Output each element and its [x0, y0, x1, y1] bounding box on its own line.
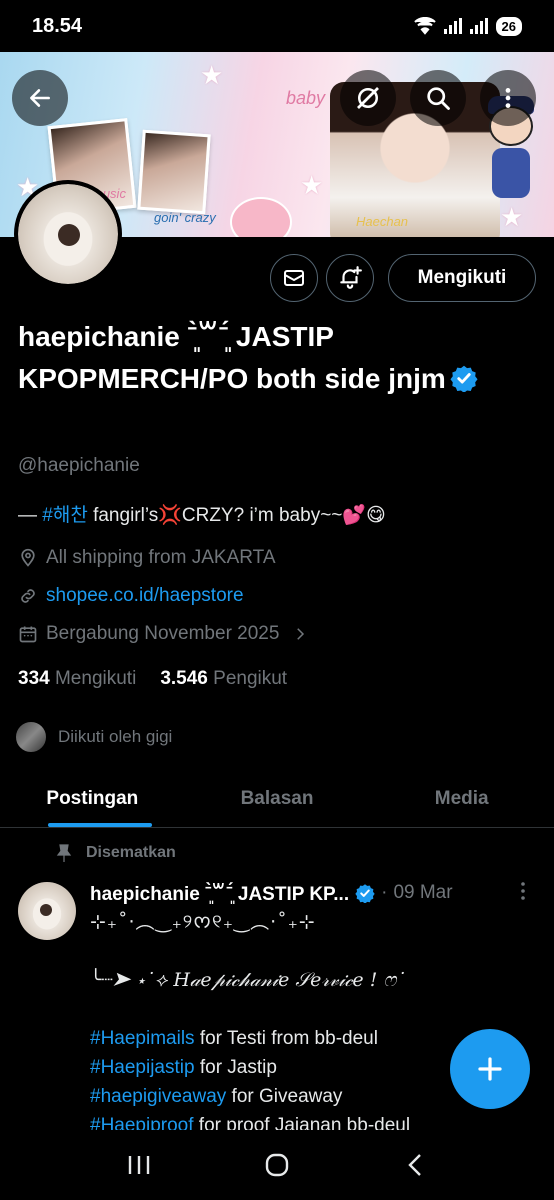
website-link[interactable]: shopee.co.id/haepstore	[46, 585, 244, 607]
bio-prefix: —	[18, 505, 43, 526]
search-icon	[427, 87, 450, 110]
back-button[interactable]	[12, 70, 68, 126]
profile-tabs: Postingan Balasan Media	[0, 770, 554, 828]
tab-media[interactable]: Media	[369, 770, 554, 827]
verified-badge-icon	[355, 884, 375, 903]
profile-name-text: haepichanie ˉ͈̀꒳ˉ͈́ JASTIP KPOPMERCH/PO …	[18, 321, 446, 394]
followers-count-link[interactable]: 3.546 Pengikut	[160, 668, 287, 690]
more-vertical-icon	[505, 88, 511, 108]
bio-text: fangirl’s💢CRZY? i’m baby~~💕😋	[87, 505, 386, 526]
pinned-label-row: Disematkan	[56, 844, 176, 862]
star-icon: ★	[500, 202, 524, 232]
status-icons: 26	[413, 16, 522, 36]
post-tag-text: for Jastip	[194, 1057, 277, 1078]
banner-sticker-crazy: goin' crazy	[154, 210, 216, 225]
system-nav-bar	[0, 1130, 554, 1200]
message-button[interactable]	[270, 254, 318, 302]
bell-plus-icon	[340, 266, 362, 289]
post-header: haepichanie ˉ͈̀꒳ˉ͈́ JASTIP KP... · 09 Ma…	[90, 880, 453, 906]
signal-icon	[443, 18, 462, 34]
chevron-right-icon	[297, 628, 305, 640]
banner-sticker-name: Haechan	[356, 214, 409, 229]
post-hashtag[interactable]: #Haepijastip	[90, 1057, 195, 1078]
post-line-decoration: ⊹₊˚‧︵‿₊୨ᰔ୧₊‿︵‧˚₊⊹	[90, 911, 316, 933]
post-more-button[interactable]	[514, 880, 532, 908]
link-icon	[21, 589, 35, 603]
followed-by-row[interactable]: Diikuti oleh gigi	[14, 720, 172, 754]
status-bar: 18.54 26	[0, 0, 554, 52]
more-vertical-icon	[521, 882, 525, 900]
profile-handle: @haepichanie	[18, 455, 140, 476]
tab-replies[interactable]: Balasan	[185, 770, 370, 827]
grok-button[interactable]	[340, 70, 396, 126]
banner-sticker-baby: baby	[286, 88, 326, 108]
recents-button[interactable]	[109, 1140, 169, 1190]
profile-avatar[interactable]	[14, 180, 122, 288]
follow-counts: 334 Mengikuti 3.546 Pengikut	[18, 668, 287, 690]
verified-badge-icon[interactable]	[450, 364, 478, 392]
signal-icon-2	[469, 18, 488, 34]
following-label: Mengikuti	[54, 668, 137, 689]
arrow-left-icon	[30, 89, 50, 107]
more-button[interactable]	[480, 70, 536, 126]
followers-count: 3.546	[160, 668, 208, 689]
tab-posts[interactable]: Postingan	[0, 770, 185, 827]
post-author-avatar[interactable]	[18, 882, 76, 940]
wifi-icon	[413, 17, 436, 35]
home-icon	[265, 1153, 289, 1177]
profile-bio: — #해찬 fangirl’s💢CRZY? i’m baby~~💕😋	[18, 500, 386, 527]
location-row: All shipping from JAKARTA	[18, 547, 276, 569]
chevron-left-icon	[408, 1154, 421, 1176]
search-button[interactable]	[410, 70, 466, 126]
following-button[interactable]: Mengikuti	[388, 254, 536, 302]
post-author-name[interactable]: haepichanie ˉ͈̀꒳ˉ͈́ JASTIP KP...	[90, 880, 349, 906]
star-icon: ★	[200, 60, 224, 90]
joined-text: Bergabung November 2025	[46, 623, 280, 644]
location-text: All shipping from JAKARTA	[46, 547, 276, 568]
followed-by-text: Diikuti oleh gigi	[58, 727, 173, 746]
joined-row[interactable]: Bergabung November 2025	[18, 623, 309, 645]
post-line-service: ╰┈➤ ⋆˙⟡ 𝐻𝒶𝑒𝓅𝒾𝒸𝒽𝒶𝓃𝒾𝑒 𝒮𝑒𝓇𝓋𝒾𝒸𝑒 ! ෆ˙	[90, 969, 406, 991]
star-icon: ★	[300, 170, 324, 200]
back-nav-button[interactable]	[385, 1140, 445, 1190]
post-date[interactable]: 09 Mar	[393, 882, 452, 904]
post-hashtag[interactable]: #Haepimails	[90, 1028, 195, 1049]
post-tag-text: for Testi from bb-deul	[194, 1028, 378, 1049]
post-dot: ·	[381, 882, 388, 903]
followers-label: Pengikut	[213, 668, 288, 689]
pinned-label: Disematkan	[86, 844, 176, 861]
following-count: 334	[18, 668, 50, 689]
home-button[interactable]	[247, 1140, 307, 1190]
banner-pig-sticker	[230, 197, 292, 237]
calendar-icon	[19, 626, 37, 643]
website-row: shopee.co.id/haepstore	[18, 585, 244, 607]
profile-name: haepichanie ˉ͈̀꒳ˉ͈́ JASTIP KPOPMERCH/PO …	[18, 316, 518, 400]
grok-icon	[357, 87, 379, 109]
notify-button[interactable]	[326, 254, 374, 302]
post-hashtag[interactable]: #haepigiveaway	[90, 1086, 226, 1107]
pin-icon	[56, 844, 72, 862]
post-body[interactable]: ⊹₊˚‧︵‿₊୨ᰔ୧₊‿︵‧˚₊⊹ ╰┈➤ ⋆˙⟡ 𝐻𝒶𝑒𝓅𝒾𝒸𝒽𝒶𝓃𝒾𝑒 𝒮𝑒…	[90, 908, 530, 1140]
follower-avatar	[14, 720, 48, 754]
banner-photo-card-2	[137, 129, 211, 215]
plus-icon	[478, 1057, 502, 1081]
following-count-link[interactable]: 334 Mengikuti	[18, 668, 136, 690]
location-pin-icon	[21, 548, 35, 567]
bio-hashtag[interactable]: #해찬	[42, 505, 88, 526]
battery-indicator: 26	[495, 16, 522, 36]
compose-button[interactable]	[450, 1029, 530, 1109]
post-tag-text: for Giveaway	[226, 1086, 343, 1107]
status-time: 18.54	[32, 14, 83, 37]
envelope-icon	[284, 270, 304, 286]
recents-icon	[128, 1156, 150, 1174]
